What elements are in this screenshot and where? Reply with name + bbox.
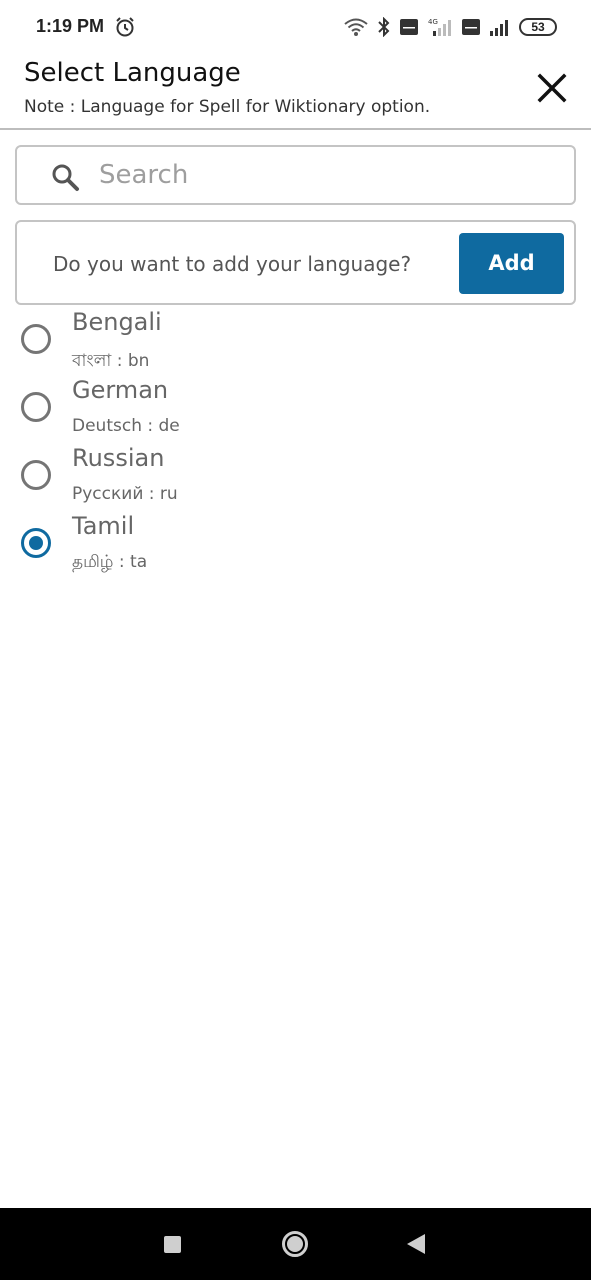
signal-icon xyxy=(489,17,511,37)
radio-button-german[interactable] xyxy=(21,392,51,422)
language-native-name: বাংলা : bn xyxy=(72,351,150,371)
language-name: Russian xyxy=(72,444,165,472)
radio-button-bengali[interactable] xyxy=(21,324,51,354)
radio-button-russian[interactable] xyxy=(21,460,51,490)
back-icon[interactable] xyxy=(407,1234,425,1254)
volte-icon xyxy=(399,18,419,36)
wifi-icon xyxy=(343,17,369,37)
add-language-button[interactable]: Add xyxy=(459,233,564,294)
volte-icon xyxy=(461,18,481,36)
status-bar: 1:19 PM 4G 53 xyxy=(0,0,591,56)
language-item-german[interactable]: German Deutsch : de xyxy=(0,374,591,442)
language-item-bengali[interactable]: Bengali বাংলা : bn xyxy=(0,306,591,374)
home-icon[interactable] xyxy=(282,1231,308,1257)
signal-icon: 4G xyxy=(427,17,453,37)
navigation-bar xyxy=(0,1208,591,1280)
status-icons: 4G 53 xyxy=(343,16,557,38)
language-item-russian[interactable]: Russian Русский : ru xyxy=(0,442,591,510)
language-native-name: தமிழ் : ta xyxy=(72,552,148,572)
dialog-header: Select Language Note : Language for Spel… xyxy=(0,56,591,130)
language-item-tamil[interactable]: Tamil தமிழ் : ta xyxy=(0,510,591,578)
network-type-label: 4G xyxy=(428,18,438,26)
recent-apps-icon[interactable] xyxy=(164,1236,181,1253)
radio-button-tamil[interactable] xyxy=(21,528,51,558)
language-name: Bengali xyxy=(72,308,162,336)
search-box[interactable] xyxy=(15,145,576,205)
language-name: German xyxy=(72,376,169,404)
search-icon xyxy=(50,162,80,192)
bluetooth-icon xyxy=(377,17,391,37)
status-time: 1:19 PM xyxy=(36,16,105,36)
language-name: Tamil xyxy=(72,512,135,540)
add-language-question: Do you want to add your language? xyxy=(53,252,412,276)
add-language-card: Do you want to add your language? Add xyxy=(15,220,576,305)
page-title: Select Language xyxy=(24,58,241,88)
close-button[interactable] xyxy=(532,68,572,108)
alarm-icon xyxy=(114,16,136,38)
battery-icon: 53 xyxy=(519,18,557,36)
language-native-name: Русский : ru xyxy=(72,484,178,504)
language-native-name: Deutsch : de xyxy=(72,416,180,436)
language-note: Note : Language for Spell for Wiktionary… xyxy=(24,97,431,117)
close-icon[interactable] xyxy=(532,68,572,108)
search-input[interactable] xyxy=(99,155,559,195)
